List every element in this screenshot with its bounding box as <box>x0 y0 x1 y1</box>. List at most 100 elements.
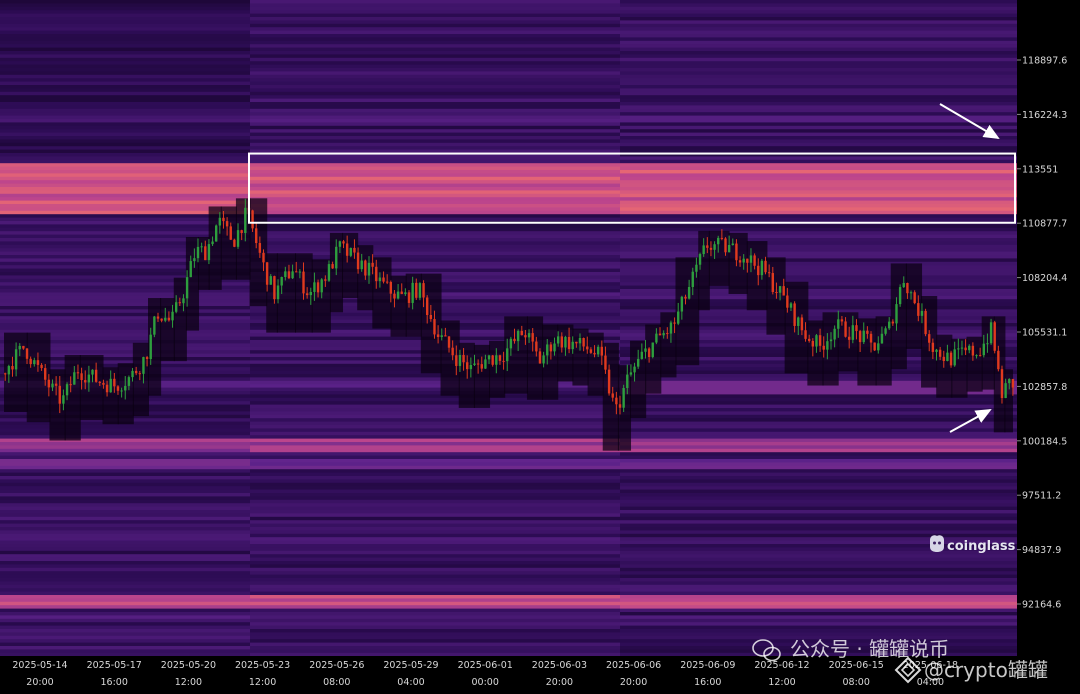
heat-band <box>250 193 620 198</box>
heat-band <box>0 482 250 487</box>
candle-up <box>778 286 782 293</box>
heat-band <box>0 115 250 120</box>
heat-band <box>620 102 1017 106</box>
heat-band <box>0 567 250 572</box>
heat-band <box>0 61 250 65</box>
candle-down <box>455 355 458 366</box>
candle-up <box>935 349 938 352</box>
heat-band <box>620 571 1017 575</box>
heat-band <box>0 537 250 541</box>
heat-band <box>0 605 250 609</box>
heat-band <box>0 74 250 79</box>
candle-up <box>404 292 407 295</box>
heat-band <box>620 503 1017 507</box>
heat-band <box>250 224 620 229</box>
heat-band <box>250 10 620 14</box>
candle-up <box>127 377 131 386</box>
heat-band <box>620 408 1017 412</box>
heat-band <box>250 3 620 8</box>
heat-band <box>620 448 1017 453</box>
heat-band <box>620 601 1017 606</box>
candle-down <box>582 337 585 347</box>
heat-band <box>0 472 250 477</box>
heat-band <box>0 0 250 4</box>
heat-band <box>620 108 1017 113</box>
candle-up <box>109 378 112 393</box>
heat-band <box>620 40 1017 45</box>
heat-band <box>250 588 620 592</box>
candle-down <box>436 334 440 338</box>
candle-up <box>968 345 971 351</box>
candle-up <box>313 282 316 292</box>
candle-up <box>211 241 214 245</box>
candle-down <box>822 345 825 350</box>
heat-band <box>0 598 250 603</box>
heat-band <box>0 27 250 31</box>
heat-band <box>0 142 250 147</box>
heat-band <box>620 632 1017 637</box>
x-tick-time: 20:00 <box>546 677 573 688</box>
candle-up <box>149 334 152 360</box>
candle-up <box>185 277 189 299</box>
heat-band <box>250 98 620 103</box>
heat-band <box>250 122 620 127</box>
heat-band <box>0 102 250 106</box>
heat-band <box>250 187 620 191</box>
heat-band <box>0 557 250 562</box>
heat-band <box>250 564 620 569</box>
candle-down <box>116 386 120 391</box>
price-shadow-segment <box>890 263 907 370</box>
candle-up <box>826 341 829 350</box>
heat-band <box>250 200 620 205</box>
heat-band <box>620 625 1017 630</box>
candle-down <box>94 369 98 382</box>
candle-down <box>567 336 571 350</box>
candle-up <box>284 271 287 277</box>
heat-band <box>620 88 1017 93</box>
candle-down <box>1000 369 1004 399</box>
candle-down <box>869 333 873 343</box>
coinglass-label: coinglass <box>947 539 1016 554</box>
candle-up <box>458 354 462 366</box>
heat-band <box>0 323 250 327</box>
candle-up <box>698 254 702 265</box>
heat-band <box>250 27 620 31</box>
candle-down <box>47 379 51 388</box>
heat-band <box>0 561 250 565</box>
candle-down <box>807 338 811 341</box>
heat-band <box>250 51 620 55</box>
heat-band <box>0 173 250 178</box>
heat-band <box>620 442 1017 446</box>
candle-up <box>651 342 654 357</box>
candle-down <box>356 252 360 270</box>
heat-band <box>0 584 250 589</box>
candle-down <box>462 354 465 363</box>
heat-band <box>250 513 620 518</box>
candle-down <box>476 363 480 365</box>
heat-band <box>620 248 1017 252</box>
candle-down <box>673 322 676 324</box>
heat-band <box>620 489 1017 494</box>
heat-band <box>0 431 250 436</box>
heat-band <box>620 469 1017 473</box>
heat-band <box>620 30 1017 35</box>
candle-up <box>596 346 600 355</box>
heat-band <box>0 513 250 518</box>
heat-band <box>620 533 1017 538</box>
heat-band <box>620 204 1017 208</box>
heat-band <box>0 149 250 154</box>
heat-band <box>0 193 250 198</box>
x-tick-date: 2025-06-12 <box>754 660 809 671</box>
heat-band <box>620 187 1017 191</box>
candle-down <box>305 293 309 296</box>
heat-band <box>250 132 620 137</box>
heat-band <box>620 159 1017 164</box>
x-tick-date: 2025-05-29 <box>383 660 438 671</box>
candle-down <box>720 237 724 239</box>
heat-band <box>620 129 1017 133</box>
heat-band <box>0 3 250 8</box>
heat-band <box>250 88 620 93</box>
y-tick-label: 118897.6 <box>1022 56 1067 67</box>
heat-band <box>620 132 1017 137</box>
heat-band <box>620 156 1017 161</box>
